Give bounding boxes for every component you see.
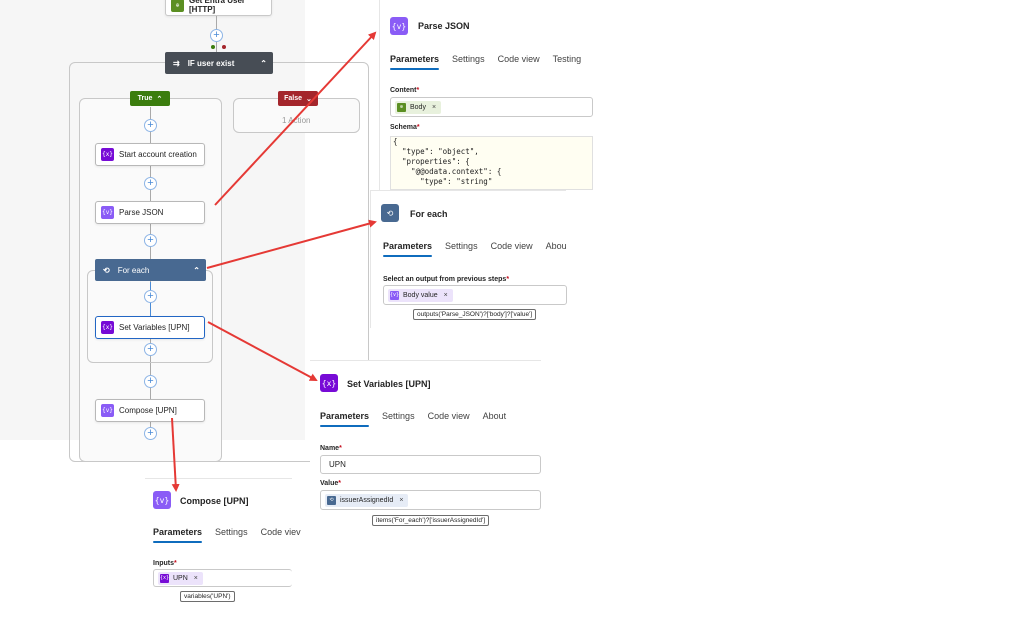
http-icon: ⊕ [397, 102, 406, 112]
inputs-label: Inputs* [153, 560, 177, 567]
loop-icon: ⟲ [327, 495, 336, 505]
add-step-button[interactable]: + [144, 427, 157, 440]
panel-tabs: Parameters Settings Code view Abou [383, 241, 567, 257]
panel-title: For each [410, 209, 448, 219]
json-icon: {v} [389, 290, 400, 300]
false-branch-summary: 1 Action [282, 116, 311, 125]
schema-label: Schema* [390, 124, 420, 131]
json-icon: {v} [390, 17, 408, 35]
tab-parameters[interactable]: Parameters [320, 411, 370, 427]
tab-settings[interactable]: Settings [445, 241, 478, 251]
chevron-up-icon[interactable]: ⌃ [193, 266, 200, 275]
tab-about[interactable]: Abou [546, 241, 567, 251]
action-label: Compose [UPN] [119, 406, 177, 415]
remove-token-icon[interactable]: × [194, 575, 198, 582]
panel-title: Compose [UPN] [180, 496, 249, 506]
tab-code-view[interactable]: Code view [498, 54, 540, 64]
tab-code-view[interactable]: Code view [428, 411, 470, 421]
tab-parameters[interactable]: Parameters [390, 54, 440, 70]
body-value-token[interactable]: {v} Body value × [388, 288, 453, 302]
tab-about[interactable]: About [483, 411, 507, 421]
true-label: True [137, 95, 153, 102]
chevron-up-icon[interactable]: ⌃ [260, 59, 267, 68]
panel-tabs: Parameters Settings Code viev [153, 527, 301, 543]
output-label: Select an output from previous steps* [383, 276, 510, 283]
json-icon: {v} [101, 206, 114, 219]
condition-header[interactable]: ⇉ IF user exist ⌃ [165, 52, 273, 74]
output-field[interactable]: {v} Body value × [383, 285, 567, 305]
for-each-label: For each [117, 265, 150, 275]
expression-tooltip: outputs('Parse_JSON')?['body']?['value'] [413, 309, 537, 320]
loop-icon: ⟲ [381, 204, 399, 222]
content-label: Content* [390, 87, 420, 94]
for-each-header[interactable]: ⟲ For each ⌃ [95, 259, 206, 281]
tab-settings[interactable]: Settings [382, 411, 415, 421]
set-variables-action[interactable]: {x} Set Variables [UPN] [95, 316, 205, 339]
remove-token-icon[interactable]: × [432, 104, 436, 111]
run-after-dots [211, 45, 227, 50]
false-label: False [284, 95, 303, 102]
tab-settings[interactable]: Settings [215, 527, 248, 537]
action-label: Get Entra User [HTTP] [189, 0, 246, 14]
action-label: Parse JSON [119, 208, 164, 217]
tab-testing[interactable]: Testing [553, 54, 582, 64]
true-branch-pill[interactable]: True ⌃ [130, 91, 170, 106]
schema-editor[interactable]: { "type": "object", "properties": { "@@o… [390, 136, 593, 190]
variable-icon: {x} [320, 374, 338, 392]
json-icon: {v} [153, 491, 171, 509]
parse-json-panel: {v} Parse JSON Parameters Settings Code … [379, 0, 593, 190]
add-step-button[interactable]: + [144, 234, 157, 247]
expression-tooltip: items('For_each')?['issuerAssignedId'] [372, 515, 490, 526]
add-step-button[interactable]: + [210, 29, 223, 42]
tab-code-view[interactable]: Code viev [261, 527, 301, 537]
tab-code-view[interactable]: Code view [491, 241, 533, 251]
chevron-up-icon: ⌃ [156, 95, 163, 103]
content-field[interactable]: ⊕ Body × [390, 97, 593, 117]
compose-action[interactable]: {v} Compose [UPN] [95, 399, 205, 422]
upn-token[interactable]: {x} UPN × [158, 571, 203, 585]
tab-settings[interactable]: Settings [452, 54, 485, 64]
panel-tabs: Parameters Settings Code view About [320, 411, 507, 427]
for-each-panel: ⟲ For each Parameters Settings Code view… [370, 190, 567, 328]
value-field[interactable]: ⟲ issuerAssignedId × [320, 490, 541, 510]
add-step-button[interactable]: + [144, 119, 157, 132]
variable-icon: {x} [101, 321, 114, 334]
action-label: Start account creation [119, 150, 197, 159]
get-entra-user-action[interactable]: ⊕ Get Entra User [HTTP] [165, 0, 272, 16]
remove-token-icon[interactable]: × [444, 292, 448, 299]
value-label: Value* [320, 480, 342, 487]
name-label: Name* [320, 445, 342, 452]
chevron-down-icon: ⌄ [306, 95, 312, 103]
issuer-assigned-id-token[interactable]: ⟲ issuerAssignedId × [325, 493, 409, 507]
set-variables-panel: {x} Set Variables [UPN] Parameters Setti… [310, 360, 541, 530]
panel-tabs: Parameters Settings Code view Testing [390, 54, 582, 70]
parse-json-action[interactable]: {v} Parse JSON [95, 201, 205, 224]
name-field[interactable]: UPN [320, 455, 541, 474]
variable-icon: {x} [101, 148, 114, 161]
false-branch-pill[interactable]: False ⌄ [278, 91, 318, 106]
tab-parameters[interactable]: Parameters [383, 241, 433, 257]
add-step-button[interactable]: + [144, 177, 157, 190]
body-token[interactable]: ⊕ Body × [395, 100, 442, 114]
json-icon: {v} [101, 404, 114, 417]
tab-parameters[interactable]: Parameters [153, 527, 203, 543]
panel-title: Parse JSON [418, 21, 470, 31]
remove-token-icon[interactable]: × [399, 497, 403, 504]
expression-tooltip: variables('UPN') [180, 591, 235, 602]
loop-icon: ⟲ [103, 265, 110, 275]
inputs-field[interactable]: {x} UPN × [153, 569, 292, 587]
add-step-button[interactable]: + [144, 290, 157, 303]
panel-title: Set Variables [UPN] [347, 379, 431, 389]
action-label: Set Variables [UPN] [119, 323, 190, 332]
condition-icon: ⇉ [173, 58, 180, 68]
add-step-button[interactable]: + [144, 343, 157, 356]
start-account-creation-action[interactable]: {x} Start account creation [95, 143, 205, 166]
variable-icon: {x} [159, 573, 170, 583]
add-step-button[interactable]: + [144, 375, 157, 388]
condition-label: IF user exist [187, 58, 235, 68]
http-icon: ⊕ [171, 0, 184, 12]
compose-panel: {v} Compose [UPN] Parameters Settings Co… [145, 478, 301, 608]
